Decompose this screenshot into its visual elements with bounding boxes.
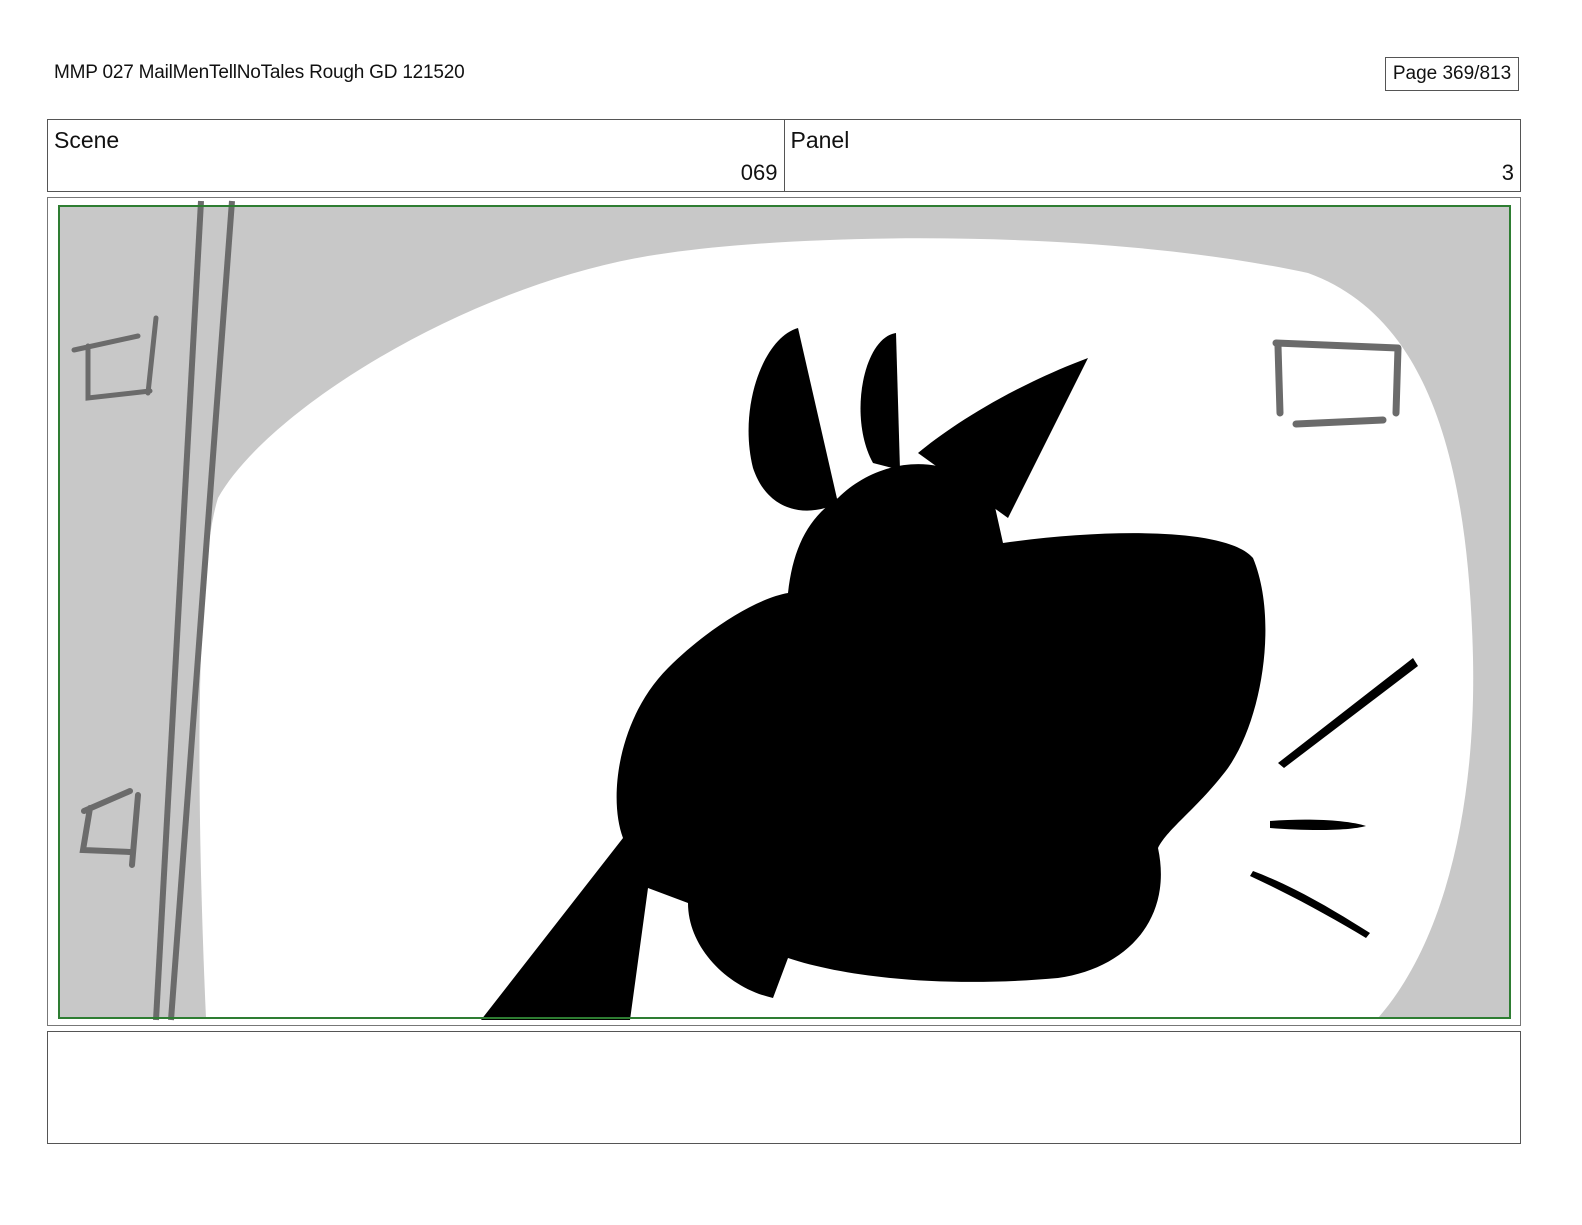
panel-number: 3 (1501, 160, 1514, 185)
page-number: Page 369/813 (1385, 57, 1519, 91)
storyboard-panel (47, 197, 1521, 1026)
storyboard-drawing (58, 200, 1511, 1021)
panel-label: Panel (790, 127, 850, 153)
notes-box (47, 1031, 1521, 1144)
document-title: MMP 027 MailMenTellNoTales Rough GD 1215… (54, 62, 465, 83)
scene-label: Scene (54, 127, 120, 153)
scene-number: 069 (740, 160, 778, 185)
scene-cell: Scene 069 (48, 120, 784, 191)
panel-cell: Panel 3 (783, 120, 1521, 191)
scene-panel-info: Scene 069 Panel 3 (47, 119, 1521, 192)
